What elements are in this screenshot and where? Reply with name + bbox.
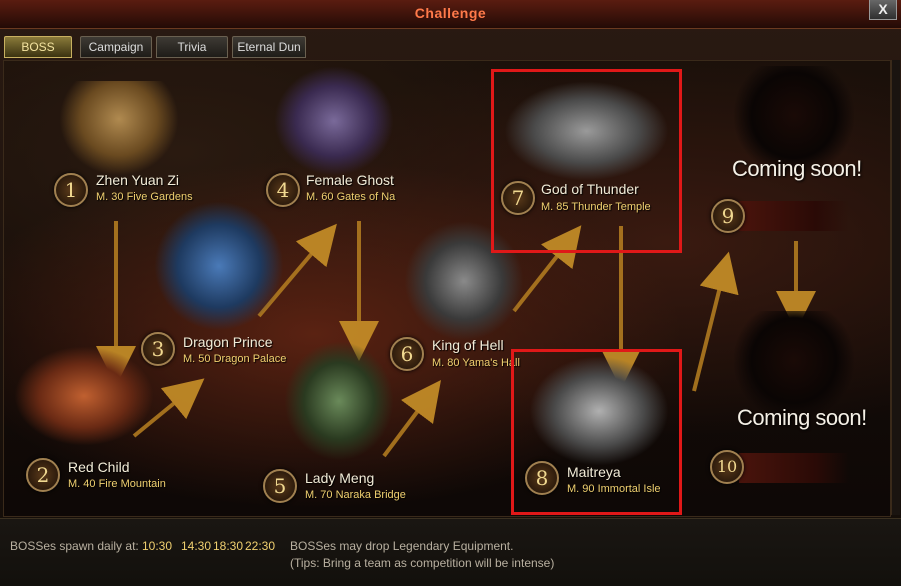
coming-soon-label-10: Coming soon! (737, 405, 867, 430)
drop-text: BOSSes may drop Legendary Equipment. (290, 539, 514, 553)
boss-name-4: Female Ghost (306, 172, 394, 188)
tab-trivia[interactable]: Trivia (156, 36, 228, 58)
boss-portrait-3[interactable] (154, 201, 284, 331)
map-scrollbar[interactable] (891, 60, 900, 515)
tab-boss[interactable]: BOSS (4, 36, 72, 58)
boss-name-1: Zhen Yuan Zi (96, 172, 180, 188)
boss-portrait-2[interactable] (14, 346, 154, 446)
coming-soon-label-9: Coming soon! (732, 156, 862, 181)
boss-number-6: 6 (390, 337, 424, 371)
boss-number-10: 10 (710, 450, 744, 484)
boss-name-2: Red Child (68, 459, 130, 475)
boss-number-2: 2 (26, 458, 60, 492)
boss-name-5: Lady Meng (305, 470, 375, 486)
boss-portrait-5[interactable] (284, 341, 394, 461)
boss-number-5: 5 (263, 469, 297, 503)
tip-text: (Tips: Bring a team as competition will … (290, 556, 555, 570)
info-footer: BOSSes spawn daily at: 10:30 14:30 18:30… (0, 518, 901, 586)
boss-level-3: M. 50 Dragon Palace (183, 353, 287, 365)
boss-level-6: M. 80 Yama's Hall (432, 357, 520, 369)
challenge-window: Challenge X BOSS Campaign Trivia Eternal… (0, 0, 901, 586)
boss-level-1: M. 30 Five Gardens (96, 191, 193, 203)
boss-level-5: M. 70 Naraka Bridge (305, 489, 406, 501)
spawn-time-3: 18:30 (213, 539, 244, 553)
highlight-box-god-of-thunder (491, 69, 682, 253)
locked-bar-10 (739, 453, 849, 483)
close-button[interactable]: X (869, 0, 897, 20)
window-title: Challenge (414, 5, 487, 21)
boss-portrait-4[interactable] (274, 66, 394, 176)
boss-number-3: 3 (141, 332, 175, 366)
boss-number-9: 9 (711, 199, 745, 233)
boss-number-1: 1 (54, 173, 88, 207)
spawn-time-2: 14:30 (181, 539, 212, 553)
spawn-time-1: 10:30 (142, 539, 173, 553)
spawn-label: BOSSes spawn daily at: (10, 539, 139, 553)
title-bar: Challenge X (0, 0, 901, 29)
boss-name-6: King of Hell (432, 337, 504, 353)
boss-number-4: 4 (266, 173, 300, 207)
boss-portrait-1[interactable] (59, 81, 179, 176)
tab-campaign[interactable]: Campaign (80, 36, 152, 58)
locked-bar-9 (739, 201, 849, 231)
boss-name-3: Dragon Prince (183, 334, 273, 350)
boss-level-4: M. 60 Gates of Na (306, 191, 396, 203)
spawn-time-4: 22:30 (245, 539, 276, 553)
tab-eternal-dun[interactable]: Eternal Dun (232, 36, 306, 58)
boss-map: 1 Zhen Yuan Zi M. 30 Five Gardens 2 Red … (3, 60, 891, 517)
boss-level-2: M. 40 Fire Mountain (68, 478, 166, 490)
highlight-box-maitreya (511, 349, 682, 515)
